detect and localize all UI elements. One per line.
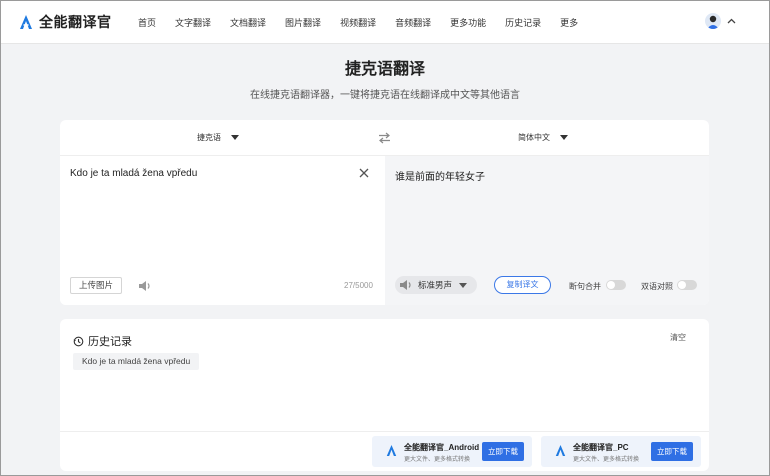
target-language-select[interactable]: 简体中文: [518, 132, 568, 143]
translated-text: 谁是前面的年轻女子: [395, 172, 485, 183]
source-language-label: 捷克语: [197, 133, 221, 142]
chevron-down-icon: [231, 135, 239, 140]
nav-document-translate[interactable]: 文档翻译: [230, 16, 266, 29]
download-card-pc[interactable]: 全能翻译官_PC 更大文件、更多格式转换 立即下载: [541, 436, 701, 467]
character-count: 27/5000: [344, 281, 373, 290]
source-speak-button[interactable]: [138, 279, 152, 297]
history-panel: 历史记录 清空 Kdo je ta mladá žena vpředu 全能翻译…: [60, 319, 709, 471]
page-title: 捷克语翻译: [344, 61, 425, 78]
logo[interactable]: 全能翻译官: [19, 12, 112, 32]
clear-history-button[interactable]: 清空: [670, 332, 686, 343]
history-header: 历史记录: [73, 333, 132, 349]
swap-icon: [379, 132, 390, 144]
download-card-android[interactable]: 全能翻译官_Android 更大文件、更多格式转换 立即下载: [372, 436, 532, 467]
source-language-select[interactable]: 捷克语: [197, 132, 239, 143]
copy-translation-button[interactable]: 复制译文: [494, 276, 551, 294]
download-strip: 全能翻译官_Android 更大文件、更多格式转换 立即下载 全能翻译官_PC …: [60, 431, 709, 471]
logo-icon: [20, 15, 32, 29]
nav-image-translate[interactable]: 图片翻译: [285, 16, 321, 29]
speaker-icon: [139, 281, 150, 291]
speaker-icon[interactable]: [399, 279, 413, 291]
merge-sentences-label: 断句合并: [569, 282, 601, 291]
download-description: 更大文件、更多格式转换: [404, 457, 471, 463]
history-icon: [73, 336, 84, 346]
nav-audio-translate[interactable]: 音频翻译: [395, 16, 431, 29]
top-navigation-bar: 全能翻译官 首页 文字翻译 文档翻译 图片翻译 视频翻译 音频翻译 更多功能 历…: [1, 1, 769, 44]
app-name: 全能翻译官: [39, 14, 112, 30]
history-title: 历史记录: [88, 336, 132, 348]
source-text-input[interactable]: Kdo je ta mladá žena vpředu: [70, 168, 197, 179]
bilingual-label: 双语对照: [641, 282, 673, 291]
download-name: 全能翻译官_PC: [573, 443, 629, 452]
download-description: 更大文件、更多格式转换: [573, 457, 640, 463]
merge-sentences-toggle[interactable]: [606, 280, 626, 290]
download-name: 全能翻译官_Android: [404, 443, 480, 452]
nav-home[interactable]: 首页: [138, 16, 156, 29]
main-nav: 首页 文字翻译 文档翻译 图片翻译 视频翻译 音频翻译 更多功能 历史记录 更多: [138, 16, 597, 29]
swap-languages-button[interactable]: [378, 131, 391, 149]
nav-more[interactable]: 更多: [560, 16, 578, 29]
target-language-label: 简体中文: [518, 133, 550, 142]
close-icon: [359, 168, 369, 178]
translator-card: 捷克语 简体中文 Kdo je ta mladá žena vpředu 上传图…: [60, 120, 709, 305]
nav-more-features[interactable]: 更多功能: [450, 16, 486, 29]
voice-select[interactable]: 标准男声: [395, 276, 477, 294]
app-logo-icon: [555, 445, 566, 456]
chevron-up-icon[interactable]: [727, 18, 736, 24]
upload-image-button[interactable]: 上传图片: [70, 277, 123, 294]
source-pane: Kdo je ta mladá žena vpředu 上传图片 27/5000: [60, 156, 385, 305]
avatar[interactable]: [705, 13, 721, 29]
app-window: 全能翻译官 首页 文字翻译 文档翻译 图片翻译 视频翻译 音频翻译 更多功能 历…: [0, 0, 770, 476]
target-pane: 谁是前面的年轻女子 标准男声 复制译文 断句合并 双语对照: [385, 156, 709, 305]
clear-text-button[interactable]: [359, 166, 369, 180]
voice-label: 标准男声: [418, 280, 453, 290]
download-android-button[interactable]: 立即下载: [482, 442, 524, 461]
bilingual-toggle[interactable]: [677, 280, 697, 290]
nav-history[interactable]: 历史记录: [505, 16, 541, 29]
download-pc-button[interactable]: 立即下载: [651, 442, 693, 461]
history-item[interactable]: Kdo je ta mladá žena vpředu: [73, 353, 200, 370]
chevron-down-icon: [560, 135, 568, 140]
nav-video-translate[interactable]: 视频翻译: [340, 16, 376, 29]
app-logo-icon: [386, 445, 397, 456]
nav-text-translate[interactable]: 文字翻译: [175, 16, 211, 29]
page-subtitle: 在线捷克语翻译器，一键将捷克语在线翻译成中文等其他语言: [250, 90, 520, 101]
language-bar: 捷克语 简体中文: [60, 120, 709, 156]
user-menu[interactable]: [705, 13, 736, 29]
chevron-down-icon: [459, 282, 468, 288]
